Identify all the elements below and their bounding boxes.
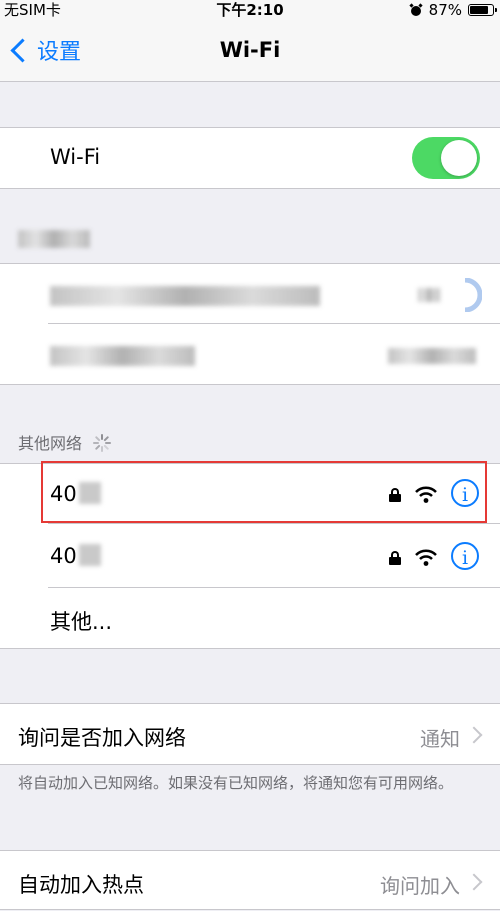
battery-percent: 87% bbox=[428, 1, 462, 19]
chevron-right-icon bbox=[465, 873, 483, 891]
ask-join-label: 询问是否加入网络 bbox=[18, 726, 186, 750]
info-icon[interactable]: i bbox=[451, 479, 479, 507]
status-bar: 无SIM卡 下午2:10 87% bbox=[0, 0, 500, 20]
ask-join-group: 询问是否加入网络 通知 bbox=[0, 703, 500, 765]
auto-hotspot-group: 自动加入热点 询问加入 bbox=[0, 850, 500, 910]
wifi-toggle-group: Wi-Fi bbox=[0, 127, 500, 189]
lock-icon bbox=[389, 488, 401, 502]
redacted-suffix bbox=[78, 544, 101, 566]
wifi-signal-icon bbox=[415, 549, 437, 566]
other-networks-group: 40 i 40 i 其他... bbox=[0, 463, 500, 649]
ask-join-description: 将自动加入已知网络。如果没有已知网络，将通知您有可用网络。 bbox=[18, 774, 454, 792]
network-name: 40 bbox=[50, 544, 101, 568]
my-networks-group bbox=[0, 263, 500, 385]
auto-hotspot-value: 询问加入 bbox=[380, 874, 460, 898]
wifi-toggle[interactable] bbox=[412, 137, 480, 179]
info-icon[interactable]: i bbox=[451, 542, 479, 570]
page-title: Wi-Fi bbox=[219, 38, 281, 62]
redacted-status bbox=[388, 348, 476, 364]
other-network-row[interactable]: 其他... bbox=[0, 588, 500, 648]
known-network-row[interactable] bbox=[0, 324, 500, 384]
spinner-icon bbox=[93, 434, 112, 452]
other-networks-header: 其他网络 bbox=[18, 430, 112, 454]
wifi-signal-icon bbox=[415, 486, 437, 503]
auto-hotspot-label: 自动加入热点 bbox=[18, 873, 144, 897]
alarm-icon bbox=[409, 3, 423, 16]
status-right: 87% bbox=[409, 0, 497, 20]
battery-icon bbox=[468, 4, 497, 16]
ask-join-row[interactable]: 询问是否加入网络 通知 bbox=[0, 704, 500, 764]
network-name: 40 bbox=[50, 482, 101, 506]
network-row[interactable]: 40 i bbox=[0, 464, 500, 524]
redacted-network-name bbox=[50, 346, 195, 366]
auto-hotspot-row[interactable]: 自动加入热点 询问加入 bbox=[0, 851, 500, 911]
connected-network-row[interactable] bbox=[0, 264, 500, 324]
chevron-right-icon bbox=[465, 726, 483, 744]
wifi-label: Wi-Fi bbox=[50, 145, 101, 169]
toggle-knob bbox=[441, 140, 477, 176]
redacted-network-name bbox=[50, 286, 320, 306]
redacted-suffix bbox=[78, 482, 101, 504]
loading-arc-icon bbox=[464, 278, 482, 312]
redacted-icon bbox=[418, 288, 440, 302]
other-network-label: 其他... bbox=[50, 610, 113, 634]
wifi-toggle-row: Wi-Fi bbox=[0, 128, 500, 188]
other-networks-header-text: 其他网络 bbox=[18, 434, 83, 453]
nav-bar: 设置 Wi-Fi bbox=[0, 20, 500, 82]
lock-icon bbox=[389, 551, 401, 565]
redacted-section-header bbox=[18, 230, 90, 248]
ask-join-value: 通知 bbox=[420, 727, 460, 751]
network-row[interactable]: 40 i bbox=[0, 524, 500, 588]
